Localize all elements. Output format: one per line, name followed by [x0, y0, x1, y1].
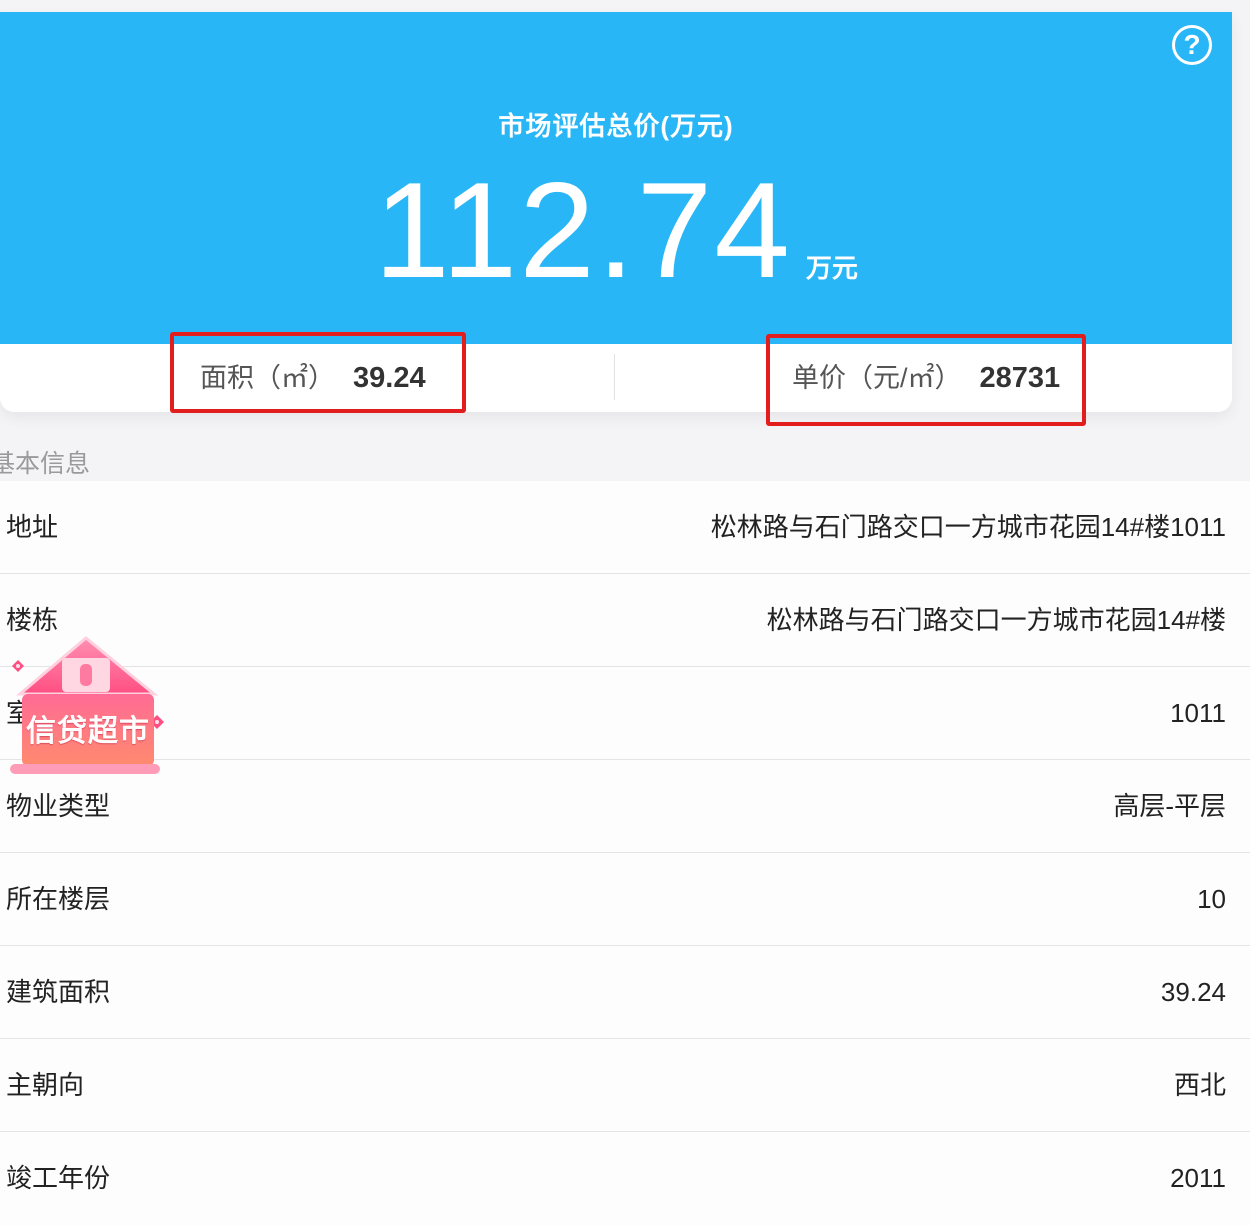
info-row-room: 室号 1011 — [0, 667, 1250, 760]
info-label: 地址 — [6, 512, 59, 542]
info-value: 39.24 — [1160, 977, 1226, 1007]
info-row-orientation: 主朝向 西北 — [0, 1039, 1250, 1132]
basic-info-list: 地址 松林路与石门路交口一方城市花园14#楼1011 楼栋 松林路与石门路交口一… — [0, 481, 1250, 1225]
valuation-header: ? 市场评估总价(万元) 112.74 万元 — [0, 12, 1232, 344]
info-value: 10 — [1197, 884, 1226, 914]
credit-market-promo-button[interactable]: 信贷超市 — [8, 636, 168, 778]
help-button[interactable]: ? — [1172, 25, 1212, 65]
info-row-address: 地址 松林路与石门路交口一方城市花园14#楼1011 — [0, 481, 1250, 574]
area-stat: 面积（㎡） 39.24 — [200, 344, 426, 412]
info-row-building: 楼栋 松林路与石门路交口一方城市花园14#楼 — [0, 574, 1250, 667]
valuation-title: 市场评估总价(万元) — [498, 111, 734, 141]
total-price-value: 112.74 — [374, 154, 792, 306]
info-value: 高层-平层 — [1113, 791, 1226, 821]
section-title: 基本信息 — [0, 450, 91, 478]
total-price-unit: 万元 — [805, 253, 858, 283]
price-stats: 面积（㎡） 39.24 单价（元/㎡） 28731 — [0, 344, 1232, 412]
total-price: 112.74 万元 — [0, 162, 1232, 298]
info-value: 松林路与石门路交口一方城市花园14#楼1011 — [710, 512, 1226, 542]
info-row-property-type: 物业类型 高层-平层 — [0, 760, 1250, 853]
info-row-completion-year: 竣工年份 2011 — [0, 1132, 1250, 1225]
info-row-building-area: 建筑面积 39.24 — [0, 946, 1250, 1039]
info-label: 所在楼层 — [6, 884, 111, 914]
info-value: 2011 — [1170, 1163, 1226, 1193]
valuation-card: ? 市场评估总价(万元) 112.74 万元 面积（㎡） 39.24 单价（元/㎡）… — [0, 12, 1232, 412]
unit-price-value: 28731 — [979, 362, 1061, 394]
stats-divider — [614, 354, 615, 400]
info-row-floor: 所在楼层 10 — [0, 853, 1250, 946]
info-label: 竣工年份 — [6, 1163, 111, 1193]
info-label: 建筑面积 — [6, 977, 111, 1007]
unit-price-stat: 单价（元/㎡） 28731 — [792, 344, 1060, 412]
promo-label: 信贷超市 — [26, 715, 150, 748]
unit-price-label: 单价（元/㎡） — [792, 363, 962, 393]
area-value: 39.24 — [353, 362, 426, 394]
info-value: 1011 — [1170, 698, 1226, 728]
info-value: 西北 — [1173, 1070, 1226, 1100]
info-label: 主朝向 — [6, 1070, 85, 1100]
area-label: 面积（㎡） — [200, 363, 335, 393]
info-value: 松林路与石门路交口一方城市花园14#楼 — [766, 605, 1226, 635]
question-icon: ? — [1183, 29, 1201, 60]
